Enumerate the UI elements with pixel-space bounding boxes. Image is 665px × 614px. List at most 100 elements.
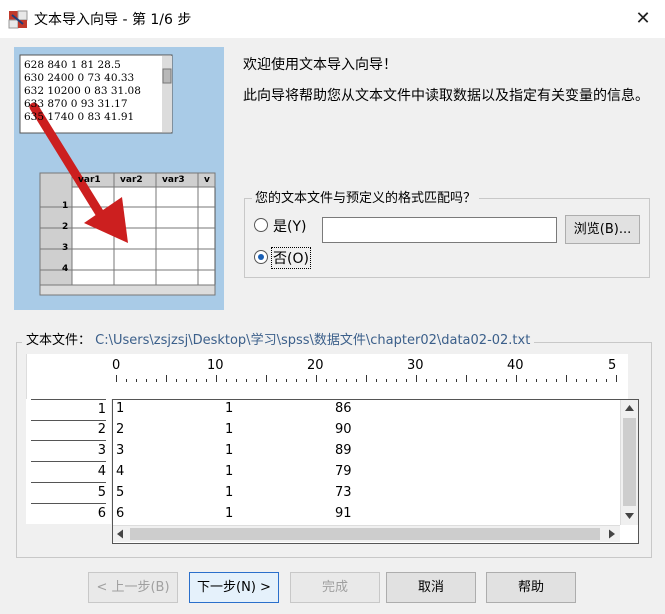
ruler-tick [486, 379, 487, 382]
data-cell: 73 [335, 485, 352, 500]
radio-selected-dot [258, 254, 264, 260]
radio-circle-selected[interactable] [254, 250, 268, 264]
vertical-scrollbar[interactable] [620, 400, 638, 525]
window-title: 文本导入向导 - 第 1/6 步 [34, 12, 192, 28]
row-number: 2 [31, 420, 106, 441]
data-cell: 6 [116, 506, 125, 521]
scroll-thumb [130, 528, 600, 540]
ruler-tick [536, 379, 537, 382]
ruler-tick [376, 379, 377, 382]
row-number: 1 [31, 399, 106, 421]
next-button[interactable]: 下一步(N) > [189, 572, 279, 603]
ruler-tick [296, 379, 297, 382]
ruler-label: 0 [112, 358, 121, 373]
data-cell: 89 [335, 443, 352, 458]
data-cell: 90 [335, 422, 352, 437]
column-ruler[interactable]: 0 10 20 30 40 5 [26, 354, 628, 399]
grid-row-number: 2 [62, 222, 69, 232]
ruler-tick [566, 375, 567, 382]
wizard-illustration: 628 840 1 81 28.5 630 2400 0 73 40.33 63… [14, 47, 224, 310]
radio-circle[interactable] [254, 218, 268, 232]
ruler-tick [166, 375, 167, 382]
ruler-tick [496, 379, 497, 382]
data-cell: 1 [225, 506, 234, 521]
ruler-tick [196, 379, 197, 382]
grid-row-number: 3 [62, 243, 69, 253]
scroll-thumb [623, 418, 636, 506]
row-number-gutter: 1 2 3 4 5 6 [26, 399, 111, 524]
sample-text-line: 635 1740 0 83 41.91 [24, 111, 135, 123]
sample-text-line: 633 870 0 93 31.17 [24, 98, 128, 110]
cancel-button[interactable]: 取消 [386, 572, 476, 603]
back-button[interactable]: < 上一步(B) [88, 572, 178, 603]
ruler-tick [186, 379, 187, 382]
welcome-title: 欢迎使用文本导入向导！ [243, 57, 397, 73]
ruler-tick [126, 379, 127, 382]
ruler-tick [606, 379, 607, 382]
ruler-tick [226, 379, 227, 382]
sample-text-line: 628 840 1 81 28.5 [24, 59, 121, 71]
ruler-tick [346, 379, 347, 382]
ruler-tick [396, 379, 397, 382]
ruler-tick [436, 379, 437, 382]
ruler-tick [586, 379, 587, 382]
data-cell: 4 [116, 464, 125, 479]
grid-row-number: 4 [62, 264, 69, 274]
grid-header: v [204, 175, 210, 185]
finish-button[interactable]: 完成 [290, 572, 380, 603]
ruler-tick [306, 379, 307, 382]
data-cell: 1 [225, 443, 234, 458]
help-button[interactable]: 帮助 [486, 572, 576, 603]
file-path-row: 文本文件： C:\Users\zsjzsj\Desktop\学习\spss\数据… [22, 329, 535, 348]
scroll-left-icon [117, 529, 123, 539]
ruler-tick [456, 379, 457, 382]
ruler-tick [216, 375, 217, 382]
ruler-tick [276, 379, 277, 382]
ruler-tick [386, 379, 387, 382]
ruler-tick [366, 375, 367, 382]
browse-button[interactable]: 浏览(B)... [565, 215, 640, 244]
horizontal-scrollbar[interactable] [113, 525, 620, 542]
ruler-tick [256, 379, 257, 382]
format-match-label: 您的文本文件与预定义的格式匹配吗？ [252, 187, 480, 206]
row-number: 5 [31, 483, 106, 504]
ruler-tick [556, 379, 557, 382]
ruler-label: 20 [307, 358, 324, 373]
scroll-up-icon [625, 405, 634, 411]
sample-text-line: 630 2400 0 73 40.33 [24, 72, 135, 84]
ruler-tick [246, 379, 247, 382]
data-cell: 79 [335, 464, 352, 479]
ruler-tick [466, 375, 467, 382]
ruler-label: 5 [608, 358, 617, 373]
file-preview-area[interactable]: 1 1 86 2 1 90 3 1 89 4 1 79 5 1 73 6 1 9… [112, 399, 639, 544]
ruler-tick [546, 379, 547, 382]
app-icon [8, 10, 28, 29]
ruler-tick [596, 379, 597, 382]
radio-yes-label: 是(Y) [273, 219, 307, 235]
row-number: 6 [97, 506, 106, 521]
sample-text-line: 632 10200 0 83 31.08 [24, 85, 141, 97]
file-path: C:\Users\zsjzsj\Desktop\学习\spss\数据文件\cha… [95, 333, 531, 348]
data-row: 6 1 91 [113, 506, 618, 524]
ruler-tick [206, 379, 207, 382]
ruler-tick [416, 375, 417, 382]
row-number: 4 [31, 462, 106, 483]
row-number: 3 [31, 441, 106, 462]
close-icon[interactable]: ✕ [628, 4, 658, 34]
data-cell: 1 [225, 485, 234, 500]
ruler-tick [326, 379, 327, 382]
file-label: 文本文件： [26, 333, 92, 348]
ruler-label: 30 [407, 358, 424, 373]
ruler-tick [116, 375, 117, 382]
ruler-tick [406, 379, 407, 382]
ruler-tick [236, 379, 237, 382]
ruler-tick [476, 379, 477, 382]
ruler-tick [136, 379, 137, 382]
ruler-tick [506, 379, 507, 382]
ruler-tick [616, 375, 617, 382]
format-file-input[interactable] [322, 217, 557, 243]
grid-row-number: 1 [62, 201, 69, 211]
ruler-tick [286, 379, 287, 382]
grid-header: var3 [162, 175, 185, 185]
ruler-tick [526, 379, 527, 382]
